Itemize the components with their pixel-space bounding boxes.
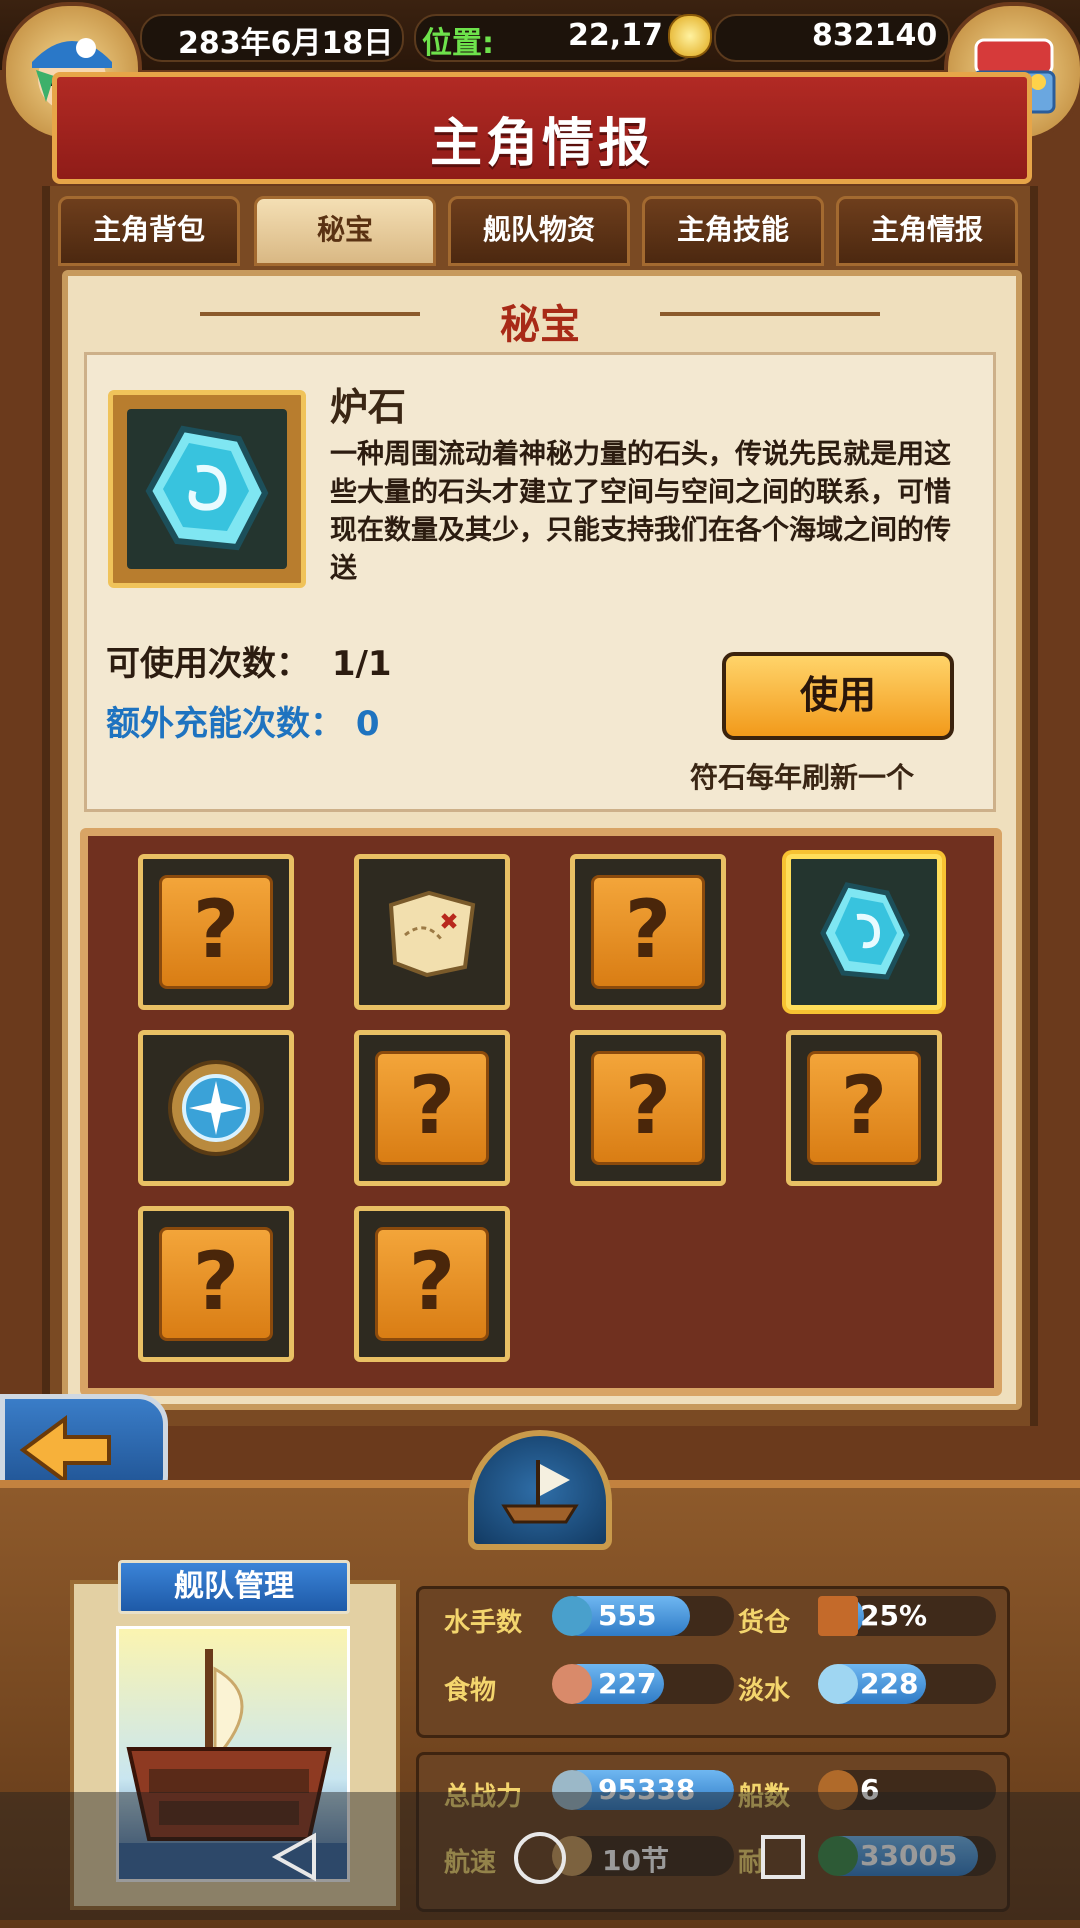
sail-button[interactable]	[468, 1430, 612, 1550]
stat-value-food: 227	[598, 1667, 657, 1700]
page-title: 主角情报	[429, 114, 654, 174]
grid-slot-6[interactable]: ?	[354, 1030, 510, 1186]
water-jug-icon	[818, 1664, 858, 1704]
uses-row: 可使用次数： 1/1	[106, 636, 392, 685]
grid-slot-1[interactable]: ?	[138, 854, 294, 1010]
stat-value-sailors: 555	[598, 1599, 657, 1632]
use-button[interactable]: 使用	[722, 652, 954, 740]
fleet-management-banner[interactable]: 舰队管理	[118, 1560, 350, 1614]
refresh-note: 符石每年刷新一个	[690, 761, 915, 794]
position-value: 22,17	[568, 18, 663, 53]
uses-label: 可使用次数：	[106, 644, 310, 684]
grid-slot-10[interactable]: ?	[354, 1206, 510, 1362]
stat-label-sailors: 水手数	[444, 1608, 523, 1638]
system-nav-bar	[0, 1792, 1080, 1920]
section-title: 秘宝	[500, 302, 580, 348]
selected-item-frame	[108, 390, 306, 588]
meat-icon	[552, 1664, 592, 1704]
unknown-icon: ?	[375, 1227, 489, 1341]
tab-secret-treasure[interactable]: 秘宝	[254, 196, 436, 266]
sailing-ship-icon	[501, 1460, 579, 1524]
gold-coin-icon	[668, 14, 712, 58]
unknown-icon: ?	[375, 1051, 489, 1165]
date-text: 283年6月18日	[178, 26, 394, 61]
item-name: 炉石	[330, 385, 407, 429]
unknown-icon: ?	[591, 875, 705, 989]
grid-slot-7[interactable]: ?	[570, 1030, 726, 1186]
extra-charge-label: 额外充能次数：	[106, 704, 344, 744]
nav-home-icon[interactable]	[512, 1830, 568, 1886]
tab-hero-info[interactable]: 主角情报	[836, 196, 1018, 266]
grid-slot-5[interactable]	[138, 1030, 294, 1186]
item-description: 一种周围流动着神秘力量的石头，传说先民就是用这些大量的石头才建立了空间与空间之间…	[330, 439, 951, 584]
title-banner: 主角情报	[52, 72, 1032, 184]
extra-charge-row: 额外充能次数： 0	[106, 696, 380, 745]
nav-back-icon[interactable]	[270, 1832, 320, 1882]
stat-label-cargo: 货仓	[738, 1608, 791, 1638]
nav-recents-icon[interactable]	[758, 1832, 808, 1882]
stat-label-food: 食物	[444, 1676, 497, 1706]
grid-slot-8[interactable]: ?	[786, 1030, 942, 1186]
tab-hero-skills[interactable]: 主角技能	[642, 196, 824, 266]
grid-slot-9[interactable]: ?	[138, 1206, 294, 1362]
position-label: 位置:	[422, 26, 494, 61]
grid-slot-3[interactable]: ?	[570, 854, 726, 1010]
crate-icon	[818, 1596, 858, 1636]
stat-label-water: 淡水	[738, 1676, 791, 1706]
hearthstone-icon	[145, 425, 269, 551]
unknown-icon: ?	[591, 1051, 705, 1165]
uses-value: 1/1	[331, 644, 392, 684]
tab-fleet-supplies[interactable]: 舰队物资	[448, 196, 630, 266]
unknown-icon: ?	[159, 875, 273, 989]
unknown-icon: ?	[807, 1051, 921, 1165]
grid-slot-4-selected[interactable]	[786, 854, 942, 1010]
stat-value-cargo: 25%	[860, 1599, 928, 1632]
stat-value-water: 228	[860, 1667, 919, 1700]
grid-slot-2[interactable]	[354, 854, 510, 1010]
treasure-map-icon	[388, 890, 476, 978]
compass-shield-icon	[168, 1060, 264, 1156]
tab-hero-bag[interactable]: 主角背包	[58, 196, 240, 266]
sailor-icon	[552, 1596, 592, 1636]
extra-charge-value: 0	[355, 704, 380, 744]
hearthstone-icon	[820, 882, 910, 980]
unknown-icon: ?	[159, 1227, 273, 1341]
gold-value: 832140	[812, 18, 938, 53]
